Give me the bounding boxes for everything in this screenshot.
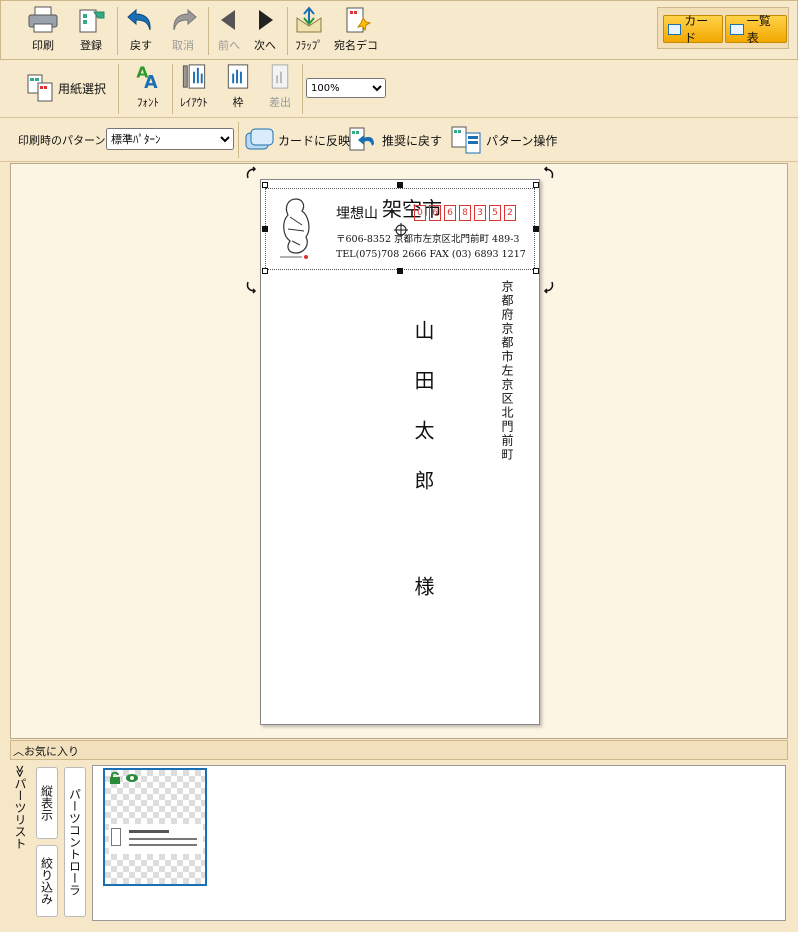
sender-logo-illustration: [280, 198, 310, 259]
recipient-name: 山田太郎: [411, 320, 435, 520]
zip-digit: 6: [429, 205, 441, 221]
logo-mini: [111, 828, 121, 846]
favorites-bar[interactable]: ︿お気に入り: [10, 740, 788, 760]
pattern-ops-icon: [451, 126, 481, 154]
resize-handle[interactable]: [397, 182, 403, 188]
separator: [302, 64, 303, 114]
zip-code-boxes: 0 6 6 8 3 5 2: [414, 205, 519, 221]
move-crosshair-icon[interactable]: [394, 223, 408, 237]
honorific: 様: [411, 576, 435, 596]
resize-handle[interactable]: [262, 182, 268, 188]
main-toolbar: 印刷 登録 戻す 取消 前へ 次へ ﾌﾗｯﾌﾟ 宛名デコ カード 一覧表: [0, 0, 798, 60]
zip-digit: 6: [444, 205, 456, 221]
parts-controller-button[interactable]: パーツコントローラ: [64, 767, 86, 917]
table-icon: [730, 23, 744, 35]
zip-digit: 5: [489, 205, 501, 221]
rotate-handle-icon[interactable]: [542, 166, 556, 180]
font-button[interactable]: A A ﾌｫﾝﾄ: [128, 62, 168, 114]
chevron-double-icon: ≫: [13, 765, 27, 778]
edit-toolbar: 用紙選択 A A ﾌｫﾝﾄ ﾚｲｱｳﾄ 枠 差出 100%: [0, 60, 798, 118]
sender-block[interactable]: 埋想山 架空市 0 6 6 8 3 5 2 〒606-8352 京都市左京区北門…: [265, 188, 535, 270]
sender-button[interactable]: 差出: [262, 62, 298, 114]
separator: [238, 122, 239, 158]
zoom-select[interactable]: 100%: [306, 78, 386, 98]
rotate-handle-icon[interactable]: [542, 280, 556, 294]
pattern-ops-button[interactable]: パターン操作: [450, 124, 557, 156]
text-line-mini: [129, 830, 169, 833]
font-aa-icon: A A: [136, 63, 158, 91]
undo-arrow-icon: [127, 8, 151, 31]
undo-button[interactable]: 戻す: [121, 5, 161, 57]
triangle-right-icon: [259, 10, 273, 30]
parts-list: [92, 765, 786, 921]
separator: [118, 64, 119, 114]
sender-name: 埋想山: [336, 206, 378, 222]
deco-card-icon: [346, 7, 371, 33]
separator: [172, 64, 173, 114]
postcard-preview[interactable]: 埋想山 架空市 0 6 6 8 3 5 2 〒606-8352 京都市左京区北門…: [260, 179, 540, 725]
zip-digit: 3: [474, 205, 486, 221]
triangle-left-icon: [221, 10, 235, 30]
resize-handle[interactable]: [533, 182, 539, 188]
part-thumbnail[interactable]: [103, 768, 207, 886]
chevron-up-icon: ︿: [13, 745, 24, 758]
pattern-toolbar: 印刷時のパターン 標準ﾊﾟﾀｰﾝ カードに反映 推奨に戻す パターン操作: [0, 118, 798, 162]
text-line-mini: [129, 844, 197, 846]
layout-button[interactable]: ﾚｲｱｳﾄ: [174, 62, 214, 114]
address-deco-button[interactable]: 宛名デコ: [331, 5, 381, 57]
zip-digit: 2: [504, 205, 516, 221]
pattern-label: 印刷時のパターン: [18, 134, 106, 147]
filter-button[interactable]: 絞り込み: [36, 845, 58, 917]
svg-text:A: A: [144, 73, 158, 91]
next-button[interactable]: 次へ: [247, 5, 283, 57]
print-button[interactable]: 印刷: [23, 5, 63, 57]
recipient-address: 京都府京都市左京区北門前町: [500, 280, 514, 462]
frame-button[interactable]: 枠: [220, 62, 256, 114]
parts-panel: ≫パーツリスト 縦表示 絞り込み パーツコントローラ: [10, 761, 788, 924]
separator: [117, 7, 118, 55]
zip-digit: 0: [414, 205, 426, 221]
sender-phone: TEL(075)708 2666 FAX (03) 6893 1217: [336, 249, 526, 260]
card-view-button[interactable]: カード: [663, 14, 723, 45]
text-line-mini: [129, 838, 197, 840]
apply-to-card-button[interactable]: カードに反映: [244, 126, 350, 154]
rotate-handle-icon[interactable]: [244, 166, 258, 180]
prev-button[interactable]: 前へ: [211, 5, 247, 57]
zip-digit: 8: [459, 205, 471, 221]
list-view-button[interactable]: 一覧表: [725, 14, 787, 45]
pattern-select[interactable]: 標準ﾊﾟﾀｰﾝ: [106, 128, 234, 150]
layout-wrench-icon: [182, 64, 206, 89]
flap-envelope-icon: [296, 6, 322, 33]
resize-handle[interactable]: [533, 226, 539, 232]
paper-select-button[interactable]: 用紙選択: [26, 72, 106, 104]
parts-list-toggle[interactable]: ≫パーツリスト: [12, 765, 29, 850]
sender-card-icon: [271, 64, 289, 89]
card-view-icon: [668, 23, 682, 35]
apply-cards-icon: [245, 128, 274, 150]
sender-address: 〒606-8352 京都市左京区北門前町 489-3: [336, 234, 520, 245]
redo-button[interactable]: 取消: [163, 5, 203, 57]
part-thumbnail-preview: [109, 824, 203, 854]
separator: [287, 7, 288, 55]
eye-icon[interactable]: [125, 773, 139, 783]
flap-button[interactable]: ﾌﾗｯﾌﾟ: [290, 5, 328, 57]
resize-handle[interactable]: [262, 268, 268, 274]
resize-handle[interactable]: [533, 268, 539, 274]
register-button[interactable]: 登録: [71, 5, 111, 57]
revert-card-icon: [349, 127, 374, 151]
redo-arrow-icon: [173, 8, 197, 31]
vertical-display-button[interactable]: 縦表示: [36, 767, 58, 839]
resize-handle[interactable]: [397, 268, 403, 274]
lock-icon[interactable]: [109, 772, 121, 784]
separator: [208, 7, 209, 55]
register-icon: [79, 9, 105, 33]
frame-icon: [227, 64, 249, 89]
rotate-handle-icon[interactable]: [244, 280, 258, 294]
printer-icon: [28, 6, 58, 33]
revert-button[interactable]: 推奨に戻す: [346, 126, 442, 154]
resize-handle[interactable]: [262, 226, 268, 232]
paper-stack-icon: [27, 74, 53, 102]
